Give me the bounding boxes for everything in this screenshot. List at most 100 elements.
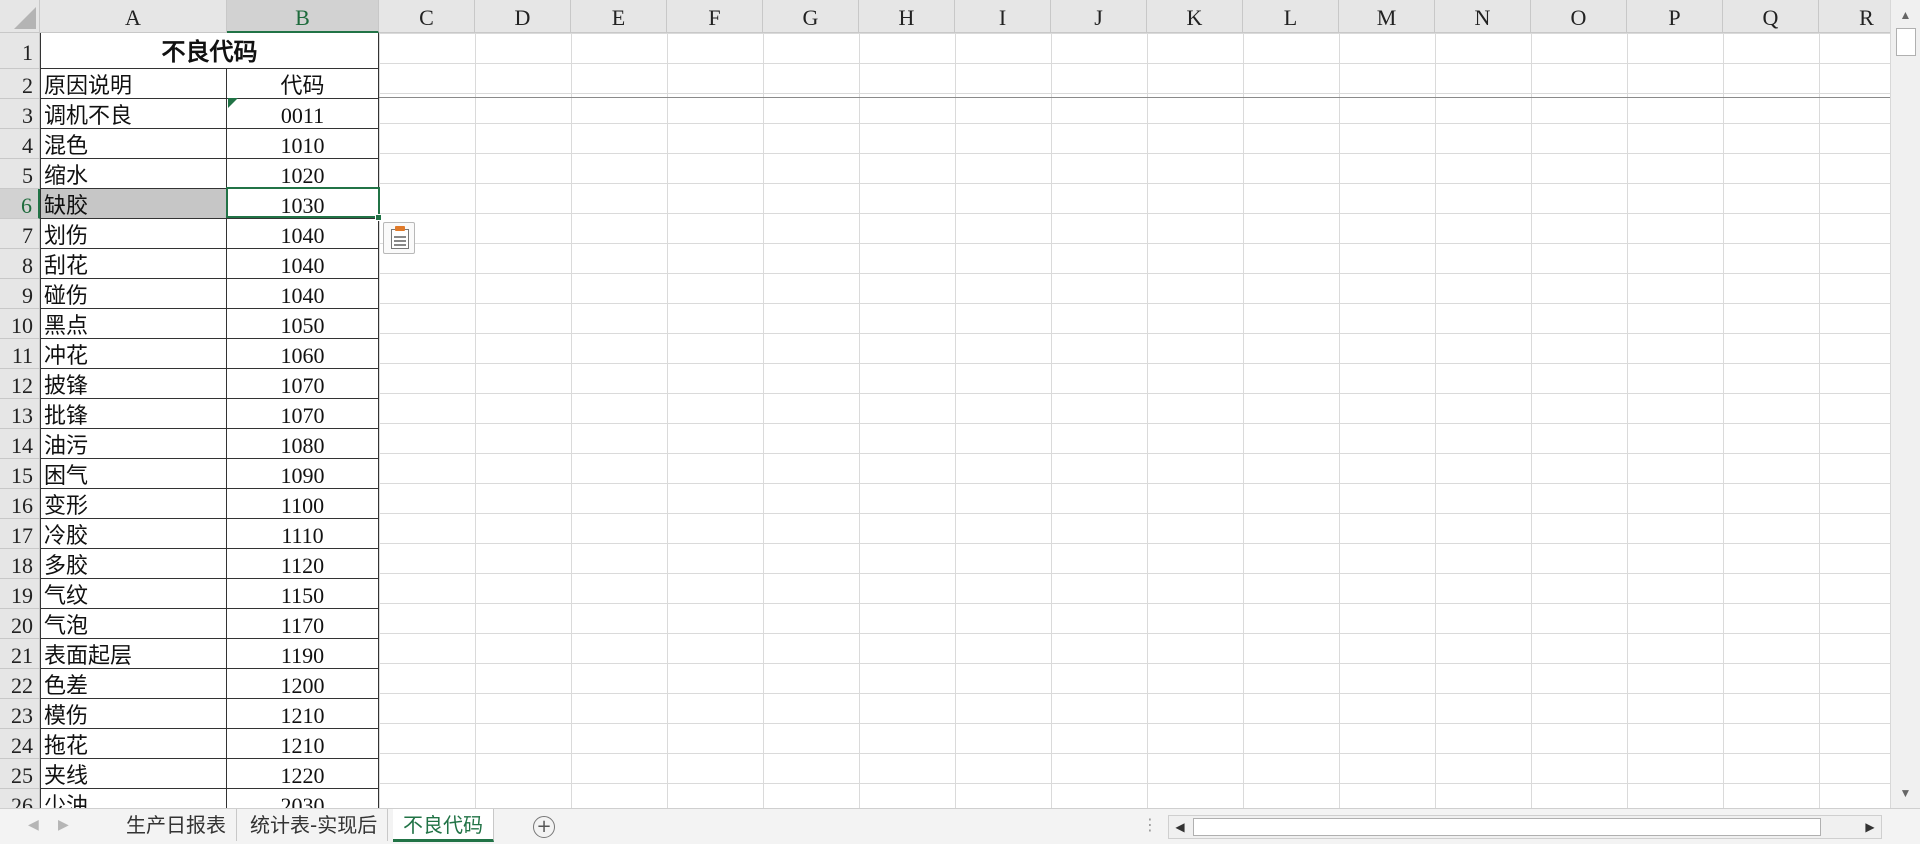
tab-statistics[interactable]: 统计表-实现后 — [240, 809, 389, 841]
description-cell[interactable]: 混色 — [40, 129, 227, 159]
row-header[interactable]: 2 — [0, 69, 40, 99]
description-cell[interactable]: 模伤 — [40, 699, 227, 729]
column-header[interactable]: E — [571, 0, 667, 33]
header-cell-code[interactable]: 代码 — [227, 69, 379, 99]
row-header[interactable]: 15 — [0, 459, 40, 489]
column-header[interactable]: B — [227, 0, 379, 33]
description-cell[interactable]: 碰伤 — [40, 279, 227, 309]
column-header[interactable]: G — [763, 0, 859, 33]
row-header[interactable]: 9 — [0, 279, 40, 309]
description-cell[interactable]: 调机不良 — [40, 99, 227, 129]
code-cell[interactable]: 1060 — [227, 339, 379, 369]
row-header[interactable]: 26 — [0, 789, 40, 808]
row-header[interactable]: 5 — [0, 159, 40, 189]
column-header[interactable]: R — [1819, 0, 1890, 33]
code-cell[interactable]: 1210 — [227, 729, 379, 759]
prev-sheet-icon[interactable]: ◀ — [28, 817, 39, 834]
description-cell[interactable]: 披锋 — [40, 369, 227, 399]
code-cell[interactable]: 1040 — [227, 279, 379, 309]
row-header[interactable]: 1 — [0, 33, 40, 69]
code-cell[interactable]: 1210 — [227, 699, 379, 729]
description-cell[interactable]: 刮花 — [40, 249, 227, 279]
description-cell[interactable]: 困气 — [40, 459, 227, 489]
description-cell[interactable]: 拖花 — [40, 729, 227, 759]
row-header[interactable]: 13 — [0, 399, 40, 429]
code-cell[interactable]: 2030 — [227, 789, 379, 808]
code-cell[interactable]: 1170 — [227, 609, 379, 639]
code-cell[interactable]: 1030 — [227, 189, 379, 219]
description-cell[interactable]: 冷胶 — [40, 519, 227, 549]
description-cell[interactable]: 划伤 — [40, 219, 227, 249]
description-cell[interactable]: 冲花 — [40, 339, 227, 369]
fill-handle[interactable] — [375, 214, 382, 221]
code-cell[interactable]: 1070 — [227, 369, 379, 399]
scroll-right-icon[interactable]: ▶ — [1859, 816, 1881, 838]
column-header[interactable]: N — [1435, 0, 1531, 33]
column-header[interactable]: H — [859, 0, 955, 33]
scroll-left-icon[interactable]: ◀ — [1169, 816, 1191, 838]
select-all-corner[interactable] — [0, 0, 40, 33]
code-cell[interactable]: 1070 — [227, 399, 379, 429]
error-indicator-icon[interactable] — [228, 98, 238, 108]
tab-defect-codes[interactable]: 不良代码 — [393, 809, 494, 842]
code-cell[interactable]: 1100 — [227, 489, 379, 519]
code-cell[interactable]: 1110 — [227, 519, 379, 549]
row-header[interactable]: 6 — [0, 189, 40, 219]
code-cell[interactable]: 1020 — [227, 159, 379, 189]
code-cell[interactable]: 1220 — [227, 759, 379, 789]
row-header[interactable]: 18 — [0, 549, 40, 579]
splitter-handle-icon[interactable]: ⋮ — [1142, 815, 1158, 834]
column-header[interactable]: Q — [1723, 0, 1819, 33]
column-header[interactable]: F — [667, 0, 763, 33]
vertical-scroll-thumb[interactable] — [1896, 28, 1916, 56]
description-cell[interactable]: 表面起层 — [40, 639, 227, 669]
horizontal-scrollbar[interactable]: ◀ ▶ — [1168, 815, 1882, 839]
table-title-cell[interactable]: 不良代码 — [40, 33, 379, 69]
column-header[interactable]: P — [1627, 0, 1723, 33]
description-cell[interactable]: 气泡 — [40, 609, 227, 639]
row-header[interactable]: 20 — [0, 609, 40, 639]
row-header[interactable]: 22 — [0, 669, 40, 699]
description-cell[interactable]: 色差 — [40, 669, 227, 699]
row-header[interactable]: 23 — [0, 699, 40, 729]
row-header[interactable]: 19 — [0, 579, 40, 609]
description-cell[interactable]: 油污 — [40, 429, 227, 459]
column-header[interactable]: M — [1339, 0, 1435, 33]
code-cell[interactable]: 1120 — [227, 549, 379, 579]
description-cell[interactable]: 夹线 — [40, 759, 227, 789]
code-cell[interactable]: 1090 — [227, 459, 379, 489]
row-header[interactable]: 12 — [0, 369, 40, 399]
column-header[interactable]: L — [1243, 0, 1339, 33]
description-cell[interactable]: 少油 — [40, 789, 227, 808]
row-header[interactable]: 11 — [0, 339, 40, 369]
row-header[interactable]: 4 — [0, 129, 40, 159]
row-header[interactable]: 14 — [0, 429, 40, 459]
column-header[interactable]: I — [955, 0, 1051, 33]
description-cell[interactable]: 黑点 — [40, 309, 227, 339]
scroll-up-icon[interactable]: ▲ — [1891, 4, 1920, 26]
vertical-scrollbar[interactable]: ▲ ▼ — [1890, 0, 1920, 808]
description-cell[interactable]: 缩水 — [40, 159, 227, 189]
row-header[interactable]: 21 — [0, 639, 40, 669]
row-header[interactable]: 3 — [0, 99, 40, 129]
column-header[interactable]: C — [379, 0, 475, 33]
header-cell-description[interactable]: 原因说明 — [40, 69, 227, 99]
description-cell[interactable]: 变形 — [40, 489, 227, 519]
column-header[interactable]: K — [1147, 0, 1243, 33]
code-cell[interactable]: 1190 — [227, 639, 379, 669]
spreadsheet-area[interactable]: ABCDEFGHIJKLMNOPQR 1 2 3 4 5 6 7 8 9 10 11 12 13 14 15… — [0, 0, 1890, 808]
column-header[interactable]: O — [1531, 0, 1627, 33]
paste-options-button[interactable] — [383, 222, 415, 254]
code-cell[interactable]: 1040 — [227, 249, 379, 279]
scroll-down-icon[interactable]: ▼ — [1891, 782, 1920, 804]
row-header[interactable]: 25 — [0, 759, 40, 789]
description-cell[interactable]: 多胶 — [40, 549, 227, 579]
row-header[interactable]: 7 — [0, 219, 40, 249]
code-cell[interactable]: 1010 — [227, 129, 379, 159]
row-header[interactable]: 10 — [0, 309, 40, 339]
column-header[interactable]: D — [475, 0, 571, 33]
code-cell[interactable]: 1040 — [227, 219, 379, 249]
row-header[interactable]: 16 — [0, 489, 40, 519]
description-cell[interactable]: 缺胶 — [40, 189, 227, 219]
column-header[interactable]: A — [40, 0, 227, 33]
